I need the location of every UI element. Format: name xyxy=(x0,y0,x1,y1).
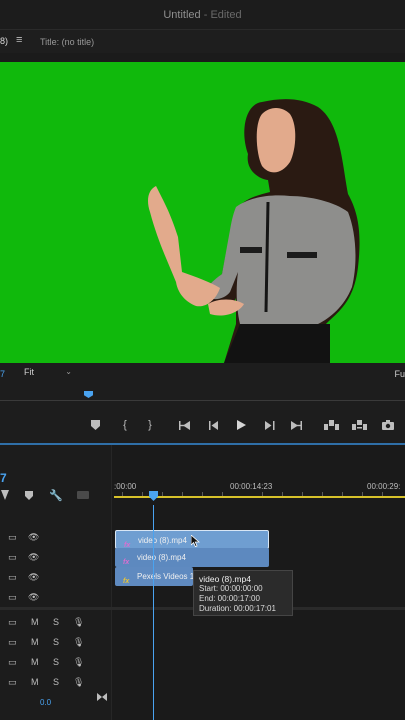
clip-label: Pexels Videos 18 xyxy=(137,572,193,581)
snap-icon[interactable] xyxy=(0,489,10,501)
extract-icon[interactable] xyxy=(351,418,367,432)
film-icon[interactable]: ▭ xyxy=(8,637,17,648)
microphone-icon[interactable]: 🎙 xyxy=(73,677,84,688)
wrench-icon[interactable]: 🔧 xyxy=(49,488,63,502)
timeline-playhead[interactable] xyxy=(153,505,154,720)
tooltip-end: End: 00:00:17:00 xyxy=(199,594,260,603)
window-titlebar: Untitled - Edited xyxy=(0,0,405,29)
monitor-playhead[interactable] xyxy=(84,391,93,398)
mute-button[interactable]: M xyxy=(31,637,39,647)
microphone-icon[interactable]: 🎙 xyxy=(73,657,84,668)
fx-badge: fx xyxy=(123,578,130,585)
ruler-label: 00:00:14:23 xyxy=(230,482,273,491)
edit-status: - Edited xyxy=(203,9,242,21)
mark-out-icon[interactable]: } xyxy=(144,418,156,432)
monitor-scrubber[interactable] xyxy=(0,389,405,405)
film-icon[interactable]: ▭ xyxy=(8,592,17,603)
go-to-in-icon[interactable] xyxy=(178,418,192,432)
scrub-track xyxy=(0,400,405,401)
audio-track-a2: ▭ M S 🎙 xyxy=(0,633,405,653)
mouse-cursor-icon xyxy=(191,535,200,547)
audio-track-a1: ▭ M S 🎙 xyxy=(0,613,405,633)
mark-in-icon[interactable]: { xyxy=(119,418,131,432)
eye-icon[interactable]: 👁 xyxy=(28,572,39,583)
go-to-end-icon[interactable] xyxy=(96,692,108,702)
resolution-select[interactable]: Fu xyxy=(394,369,405,379)
source-tab[interactable]: 8) xyxy=(0,36,8,46)
clip-tooltip: video (8).mp4 Start: 00:00:00:00 End: 00… xyxy=(193,570,293,616)
go-to-out-icon[interactable] xyxy=(289,418,303,432)
video-clip[interactable]: fx Pexels Videos 18 xyxy=(115,567,193,586)
film-icon[interactable]: ▭ xyxy=(8,617,17,628)
eye-icon[interactable]: 👁 xyxy=(28,532,39,543)
solo-button[interactable]: S xyxy=(53,657,59,667)
solo-button[interactable]: S xyxy=(53,617,59,627)
clip-label: video (8).mp4 xyxy=(137,553,186,562)
program-monitor-controls: 7 Fit ⌄ Fu xyxy=(0,363,405,443)
export-frame-icon[interactable] xyxy=(381,418,395,432)
program-monitor-video[interactable] xyxy=(0,62,405,363)
tooltip-clip-name: video (8).mp4 xyxy=(199,574,251,584)
sequence-timecode[interactable]: 7 xyxy=(0,471,7,485)
playhead-timecode[interactable]: 7 xyxy=(0,369,5,379)
eye-icon[interactable]: 👁 xyxy=(28,552,39,563)
zoom-select[interactable]: Fit ⌄ xyxy=(24,367,74,381)
microphone-icon[interactable]: 🎙 xyxy=(73,617,84,628)
audio-track-a3: ▭ M S 🎙 xyxy=(0,653,405,673)
video-clip[interactable]: fx video (8).mp4 xyxy=(115,548,269,567)
video-frame xyxy=(0,62,405,363)
fx-badge: fx xyxy=(123,559,130,566)
document-title: Untitled xyxy=(163,9,201,21)
audio-track-a4: ▭ M S 🎙 xyxy=(0,673,405,693)
step-back-icon[interactable] xyxy=(207,418,221,432)
ruler-label: :00:00 xyxy=(114,482,137,491)
ruler-label: 00:00:29: xyxy=(367,482,401,491)
tooltip-start: Start: 00:00:00:00 xyxy=(199,584,263,593)
marker-icon[interactable] xyxy=(23,489,35,501)
solo-button[interactable]: S xyxy=(53,677,59,687)
lift-icon[interactable] xyxy=(323,418,339,432)
add-marker-icon[interactable] xyxy=(89,418,101,432)
chevron-down-icon: ⌄ xyxy=(65,367,72,376)
eye-icon[interactable]: 👁 xyxy=(28,592,39,603)
solo-button[interactable]: S xyxy=(53,637,59,647)
film-icon[interactable]: ▭ xyxy=(8,657,17,668)
window-title: Untitled - Edited xyxy=(0,9,405,21)
monitor-panel-header: 8) ≡ Title: (no title) xyxy=(0,29,405,53)
microphone-icon[interactable]: 🎙 xyxy=(73,637,84,648)
film-icon[interactable]: ▭ xyxy=(8,572,17,583)
film-icon[interactable]: ▭ xyxy=(8,677,17,688)
mute-button[interactable]: M xyxy=(31,657,39,667)
monitor-title: Title: (no title) xyxy=(40,37,95,47)
mute-button[interactable]: M xyxy=(31,617,39,627)
step-forward-icon[interactable] xyxy=(263,418,277,432)
zoom-value: Fit xyxy=(24,367,34,377)
master-volume[interactable]: 0.0 xyxy=(40,698,51,707)
captions-icon[interactable] xyxy=(76,490,90,500)
clip-label: video (8).mp4 xyxy=(138,536,187,545)
play-icon[interactable] xyxy=(234,418,248,432)
film-icon[interactable]: ▭ xyxy=(8,532,17,543)
tooltip-duration: Duration: 00:00:17:01 xyxy=(199,604,276,613)
film-icon[interactable]: ▭ xyxy=(8,552,17,563)
hamburger-icon[interactable]: ≡ xyxy=(16,34,22,46)
mute-button[interactable]: M xyxy=(31,677,39,687)
